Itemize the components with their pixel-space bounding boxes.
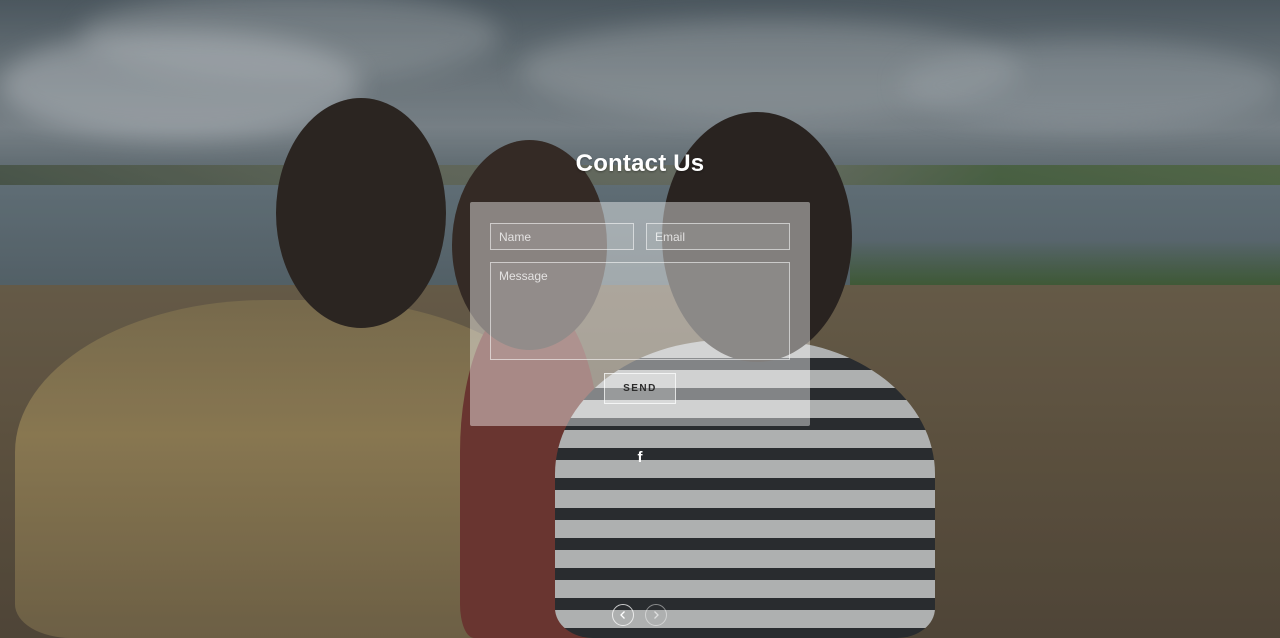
- contact-title: Contact Us: [575, 150, 705, 177]
- name-input[interactable]: [490, 223, 634, 250]
- send-button[interactable]: SEND: [604, 373, 676, 404]
- chevron-right-icon: [654, 611, 659, 619]
- facebook-icon[interactable]: f: [632, 449, 648, 467]
- email-input[interactable]: [646, 223, 790, 250]
- slider-next-button[interactable]: [645, 604, 667, 626]
- contact-form: SEND: [470, 202, 810, 426]
- chevron-left-icon: [620, 611, 625, 619]
- slider-prev-button[interactable]: [612, 604, 634, 626]
- message-textarea[interactable]: [490, 262, 790, 360]
